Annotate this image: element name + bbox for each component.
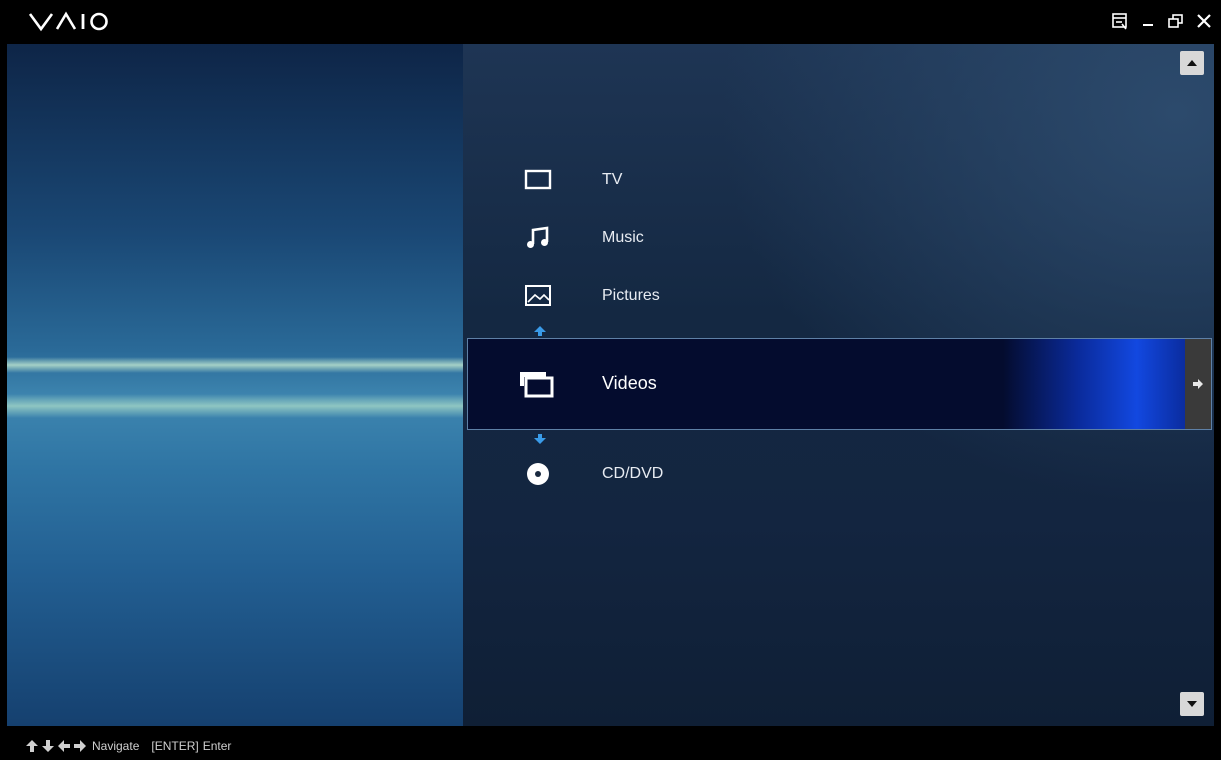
restore-icon[interactable] — [1166, 9, 1186, 33]
minimize-icon[interactable] — [1138, 9, 1158, 33]
enter-hint: Enter — [202, 739, 232, 753]
menu-item-label: Videos — [602, 373, 657, 393]
triangle-down-icon — [1187, 701, 1197, 707]
enter-key-hint: [ENTER] — [151, 739, 199, 753]
disc-icon — [523, 460, 553, 488]
mini-mode-icon[interactable] — [1110, 9, 1130, 33]
arrow-left-icon — [58, 740, 70, 752]
arrow-up-icon — [534, 326, 546, 336]
scroll-down-button[interactable] — [1180, 692, 1204, 716]
arrow-right-icon — [74, 740, 86, 752]
film-icon — [518, 369, 554, 399]
menu-item-label: Pictures — [602, 287, 660, 304]
footer-hint-bar: Navigate [ENTER] Enter — [7, 726, 1214, 760]
menu-item-cd-dvd[interactable]: CD/DVD — [463, 452, 1183, 496]
menu-item-tv[interactable]: TV — [463, 158, 1183, 202]
vaio-logo — [27, 8, 117, 39]
music-note-icon — [523, 224, 553, 252]
menu-item-label: Music — [602, 229, 644, 246]
menu-item-pictures[interactable]: Pictures — [463, 274, 1183, 318]
submenu-arrow-button[interactable] — [1185, 339, 1211, 429]
tv-icon — [523, 166, 553, 194]
arrow-down-icon — [42, 740, 54, 752]
arrow-right-icon — [1193, 379, 1203, 389]
light-streak — [7, 394, 463, 418]
menu-item-label: CD/DVD — [602, 465, 664, 482]
light-streak — [7, 357, 463, 373]
background-art-panel — [7, 44, 463, 726]
navigate-hint: Navigate — [92, 739, 140, 753]
scroll-up-button[interactable] — [1180, 51, 1204, 75]
title-bar — [7, 0, 1214, 44]
menu-item-music[interactable]: Music — [463, 216, 1183, 260]
close-icon[interactable] — [1194, 9, 1214, 33]
menu-item-videos[interactable]: Videos — [467, 338, 1212, 430]
triangle-up-icon — [1187, 60, 1197, 66]
app-window: TV Music Pictures Videos CD/DVD Navigate… — [7, 0, 1214, 760]
menu-item-label: TV — [602, 171, 623, 188]
arrow-up-icon — [26, 740, 38, 752]
main-menu-panel: TV Music Pictures Videos CD/DVD — [463, 44, 1214, 726]
arrow-down-icon — [534, 434, 546, 444]
picture-icon — [523, 282, 553, 310]
